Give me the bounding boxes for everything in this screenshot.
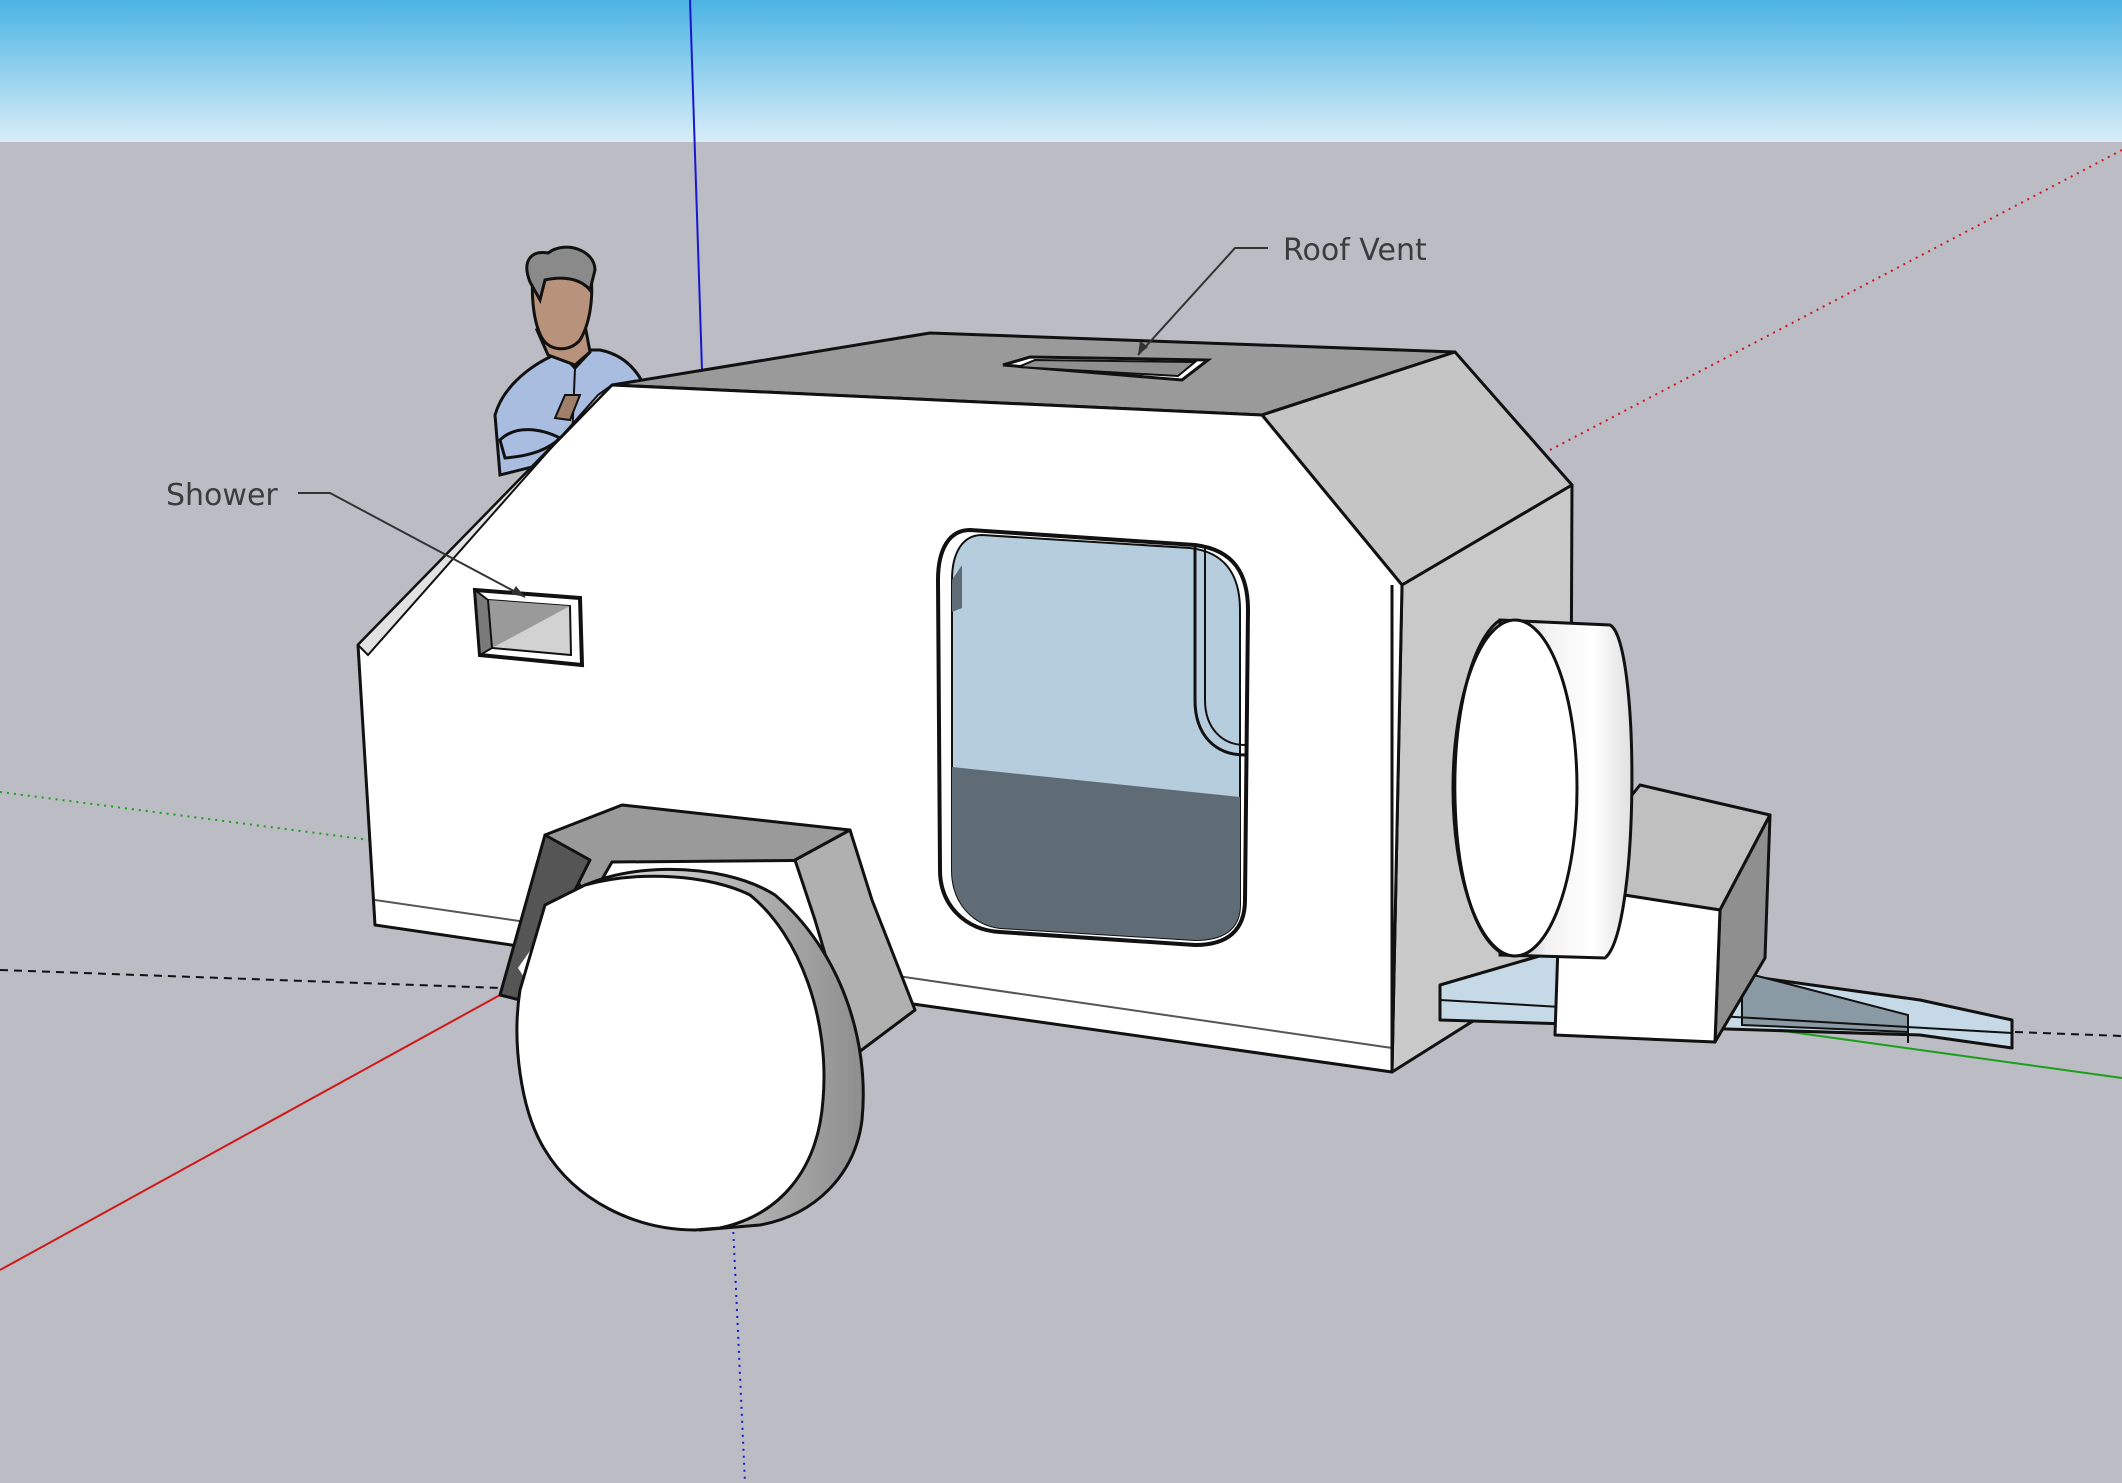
sketchup-viewport[interactable]: Roof Vent Shower <box>0 0 2122 1483</box>
shower-hatch[interactable] <box>472 587 585 668</box>
sky <box>0 0 2122 142</box>
shower-label: Shower <box>166 478 278 513</box>
door-opening[interactable] <box>935 527 1251 948</box>
door-floor-shadow <box>952 767 1240 940</box>
spare-tire[interactable] <box>1451 618 1634 960</box>
3d-model-canvas[interactable]: Roof Vent Shower <box>0 0 2122 1483</box>
roof-vent-label: Roof Vent <box>1283 233 1427 268</box>
